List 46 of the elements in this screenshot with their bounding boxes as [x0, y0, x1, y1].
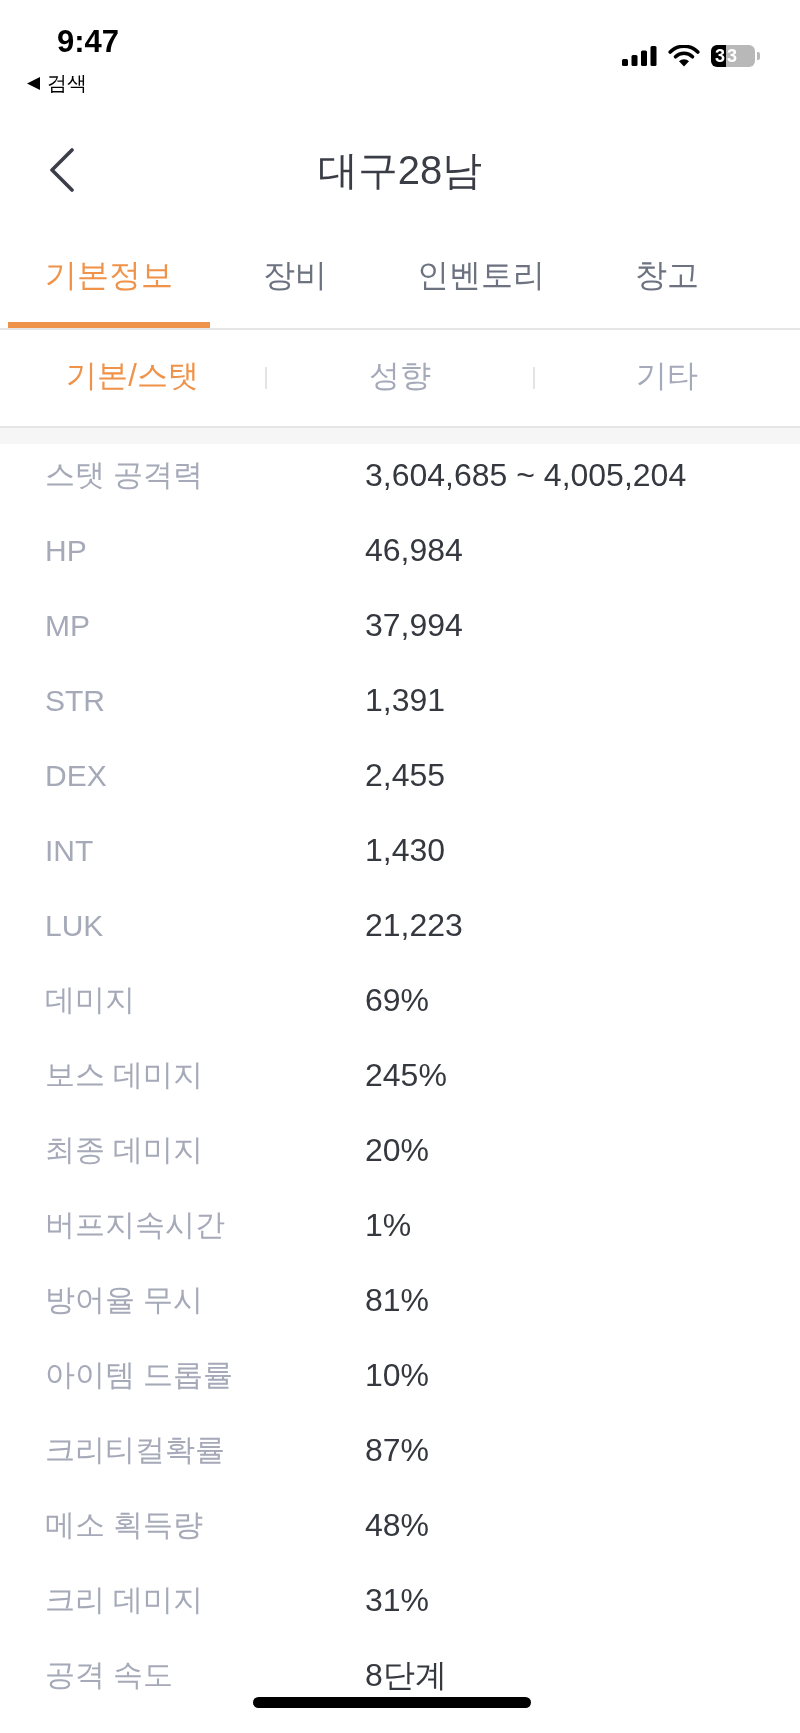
stat-label: 보스 데미지: [45, 1057, 204, 1093]
stat-value: 37,994: [365, 607, 463, 644]
stat-label: 데미지: [45, 982, 135, 1018]
back-button[interactable]: [49, 148, 75, 192]
tab[interactable]: 인벤토리: [380, 230, 582, 328]
stat-value: 87%: [365, 1432, 430, 1469]
page-title: 대구28남: [317, 147, 483, 194]
stat-value: 1%: [365, 1207, 412, 1244]
stat-label: 아이템 드롭률: [45, 1357, 234, 1393]
stat-label: 방어율 무시: [45, 1282, 204, 1318]
stat-label: DEX: [45, 758, 107, 793]
stat-label: 스탯 공격력: [45, 457, 204, 493]
stat-value: 20%: [365, 1132, 430, 1169]
tab[interactable]: 창고: [598, 230, 736, 328]
stat-label: 버프지속시간: [45, 1207, 225, 1243]
stat-value: 1,430: [365, 832, 446, 869]
stat-label: MP: [45, 608, 90, 643]
stat-value: 69%: [365, 982, 430, 1019]
stat-label: INT: [45, 833, 94, 868]
back-link[interactable]: 검색: [27, 70, 87, 96]
stat-label: 최종 데미지: [45, 1132, 204, 1168]
stat-value: 21,223: [365, 907, 463, 944]
stat-value: 10%: [365, 1357, 430, 1394]
stat-value: 31%: [365, 1582, 430, 1619]
stat-label: STR: [45, 683, 105, 718]
stat-value: 46,984: [365, 532, 463, 569]
stat-label: LUK: [45, 908, 104, 943]
signal-icon: [622, 46, 657, 66]
stat-label: 메소 획득량: [45, 1507, 204, 1543]
stat-value: 3,604,685 ~ 4,005,204: [365, 457, 687, 494]
stat-label: HP: [45, 533, 87, 568]
tab[interactable]: 장비: [226, 230, 364, 328]
battery-indicator: 33: [711, 45, 760, 67]
stat-label: 공격 속도: [45, 1657, 174, 1693]
triangle-left-icon: [27, 76, 40, 90]
stat-label: 크리티컬확률: [45, 1432, 225, 1468]
stat-value: 81%: [365, 1282, 430, 1319]
stat-value: 245%: [365, 1057, 447, 1094]
wifi-icon: [668, 45, 700, 67]
status-time: 9:47: [57, 23, 120, 61]
stat-label: 크리 데미지: [45, 1582, 204, 1618]
stat-value: 2,455: [365, 757, 446, 794]
stat-value: 8단계: [365, 1655, 447, 1695]
stat-value: 1,391: [365, 682, 446, 719]
stat-value: 48%: [365, 1507, 430, 1544]
chevron-left-icon: [49, 148, 75, 192]
